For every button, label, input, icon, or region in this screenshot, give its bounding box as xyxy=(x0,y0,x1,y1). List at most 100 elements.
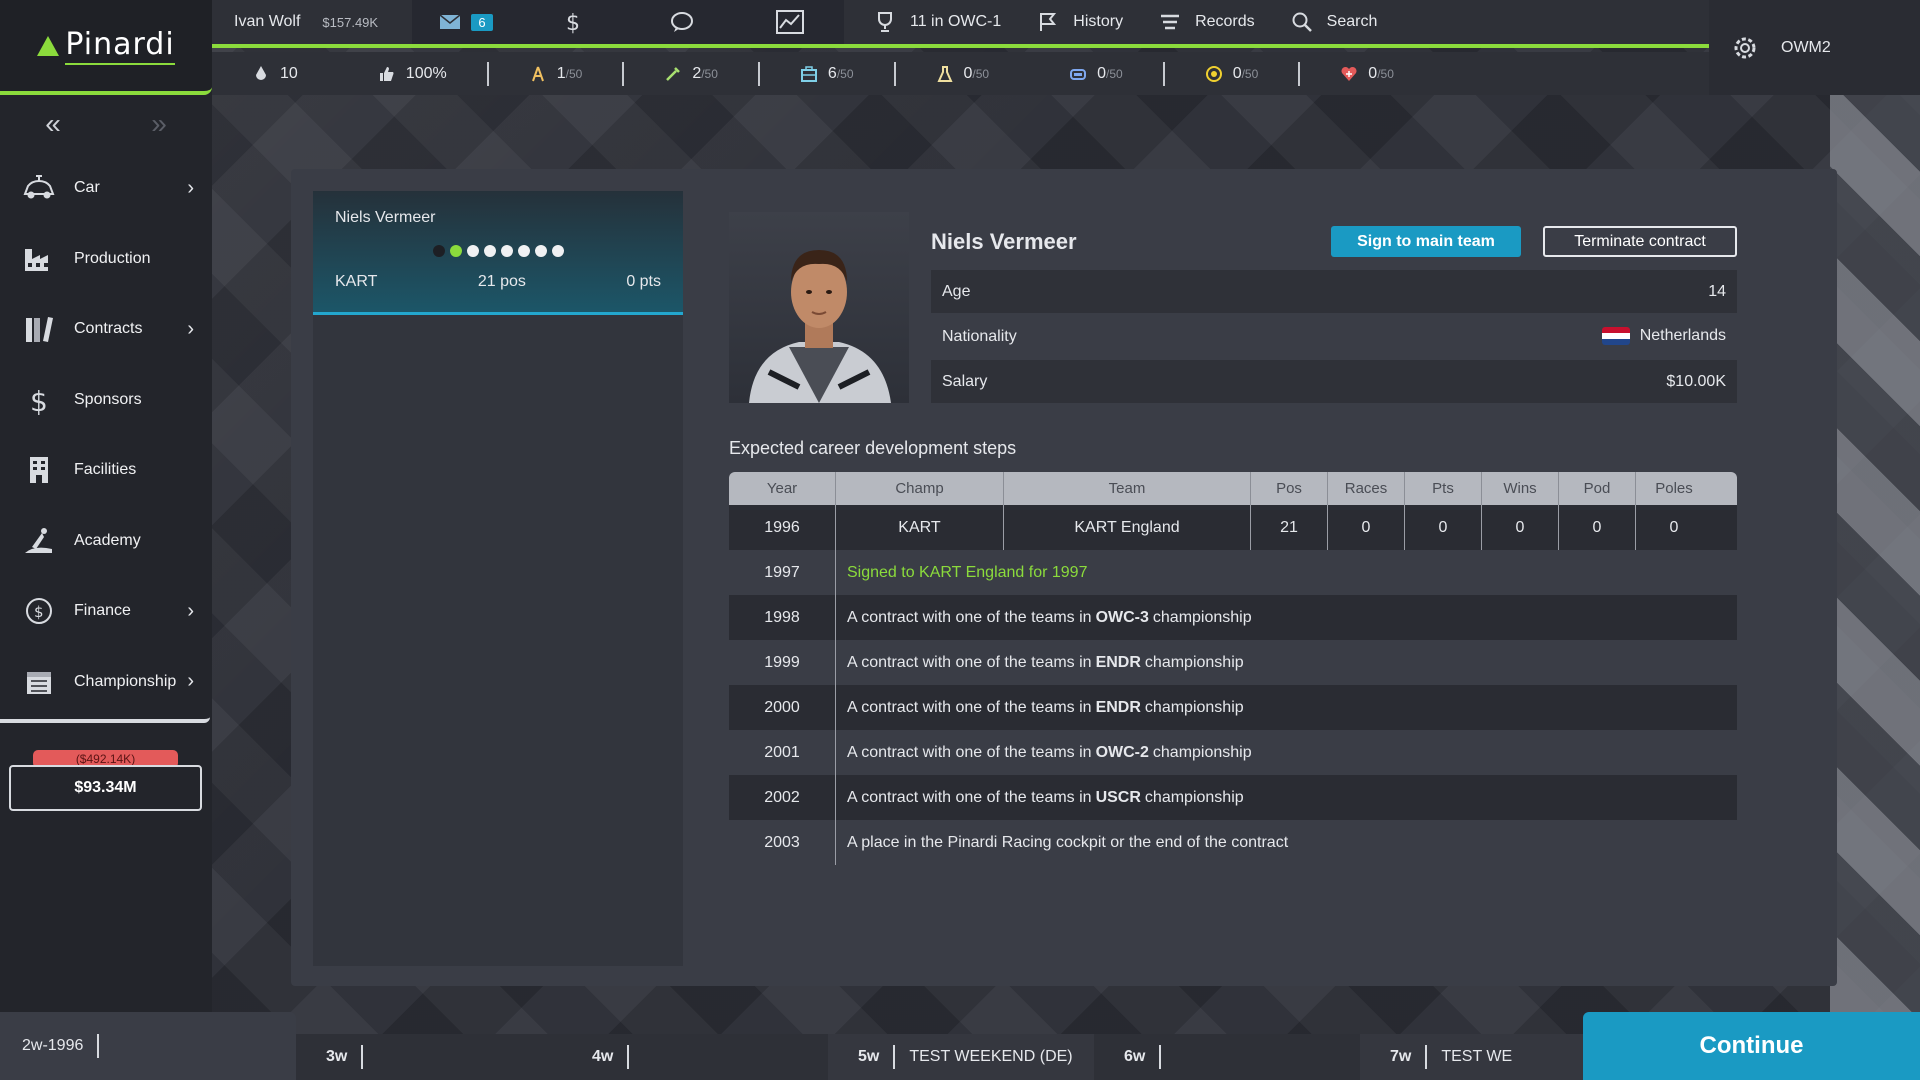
top-icon-group: 6 $ xyxy=(412,0,844,44)
chevron-right-icon: › xyxy=(187,670,194,693)
driver-rating-dots xyxy=(335,245,661,257)
cell-description: A contract with one of the teams in ENDR c… xyxy=(835,685,1737,730)
cell-pos: 21 xyxy=(1250,505,1327,550)
mail-button[interactable]: 6 xyxy=(412,13,520,31)
week-slot[interactable]: 5w TEST WEEKEND (DE) xyxy=(828,1034,1094,1080)
rating-dot xyxy=(483,245,496,257)
finance-shortcut-button[interactable]: $ xyxy=(520,10,628,34)
rating-dot xyxy=(517,245,530,257)
sidebar-item-label: Sponsors xyxy=(74,390,142,408)
cell-champ: KART xyxy=(835,505,1003,550)
header-pts: Pts xyxy=(1404,472,1481,505)
step-championship: OWC-3 xyxy=(1095,608,1149,626)
continue-button[interactable]: Continue xyxy=(1583,1012,1920,1080)
nationality-value: Netherlands xyxy=(1639,327,1726,345)
championship-link[interactable]: 11 in OWC-1 xyxy=(874,11,1001,33)
sidebar-item-contracts[interactable]: Contracts › xyxy=(0,294,212,365)
sidebar-item-championship[interactable]: Championship › xyxy=(0,647,212,718)
week-number: 5w xyxy=(858,1048,880,1065)
driver-card-selected[interactable]: Niels Vermeer KART 21 pos 0 pts xyxy=(313,191,683,315)
header-champ: Champ xyxy=(835,472,1003,505)
stat-7-max: /50 xyxy=(1377,66,1394,81)
thumbs-up-icon xyxy=(379,66,394,81)
stats-button[interactable] xyxy=(736,10,844,34)
step-text: A contract with one of the teams in xyxy=(847,743,1092,761)
salary-label: Salary xyxy=(942,372,988,390)
week-marker xyxy=(893,1045,896,1069)
header-races: Races xyxy=(1327,472,1404,505)
week-number: 4w xyxy=(592,1048,614,1065)
stat-points-value: 10 xyxy=(280,64,298,82)
sidebar-item-car[interactable]: Car › xyxy=(0,153,212,224)
week-slot[interactable]: 6w xyxy=(1094,1034,1360,1080)
cell-pod: 0 xyxy=(1558,505,1635,550)
step-text-suffix: championship xyxy=(1144,698,1244,716)
search-label: Search xyxy=(1326,13,1378,30)
driver-card-name: Niels Vermeer xyxy=(335,209,436,226)
history-link[interactable]: History xyxy=(1037,11,1123,33)
sign-to-main-team-button[interactable]: Sign to main team xyxy=(1331,226,1521,257)
terminate-contract-button[interactable]: Terminate contract xyxy=(1543,226,1737,257)
svg-text:$: $ xyxy=(30,385,48,416)
driver-list: Niels Vermeer KART 21 pos 0 pts xyxy=(313,191,683,966)
flag-icon xyxy=(1040,13,1057,31)
header-pod: Pod xyxy=(1558,472,1635,505)
driver-card-series: KART xyxy=(335,273,378,290)
cell-description: A contract with one of the teams in ENDR c… xyxy=(835,640,1737,685)
driver-card-pts: 0 pts xyxy=(626,273,661,290)
driver-portrait xyxy=(729,212,909,403)
search-link[interactable]: Search xyxy=(1291,11,1378,33)
sidebar-item-production[interactable]: Production xyxy=(0,224,212,295)
cell-wins: 0 xyxy=(1481,505,1558,550)
stat-points: 10 xyxy=(212,62,338,86)
cell-year: 2003 xyxy=(764,833,800,851)
sidebar-item-sponsors[interactable]: $ Sponsors xyxy=(0,365,212,436)
user-info[interactable]: Ivan Wolf $157.49K xyxy=(212,13,412,31)
stat-3-max: /50 xyxy=(836,66,854,81)
driver-card-stats: KART 21 pos 0 pts xyxy=(335,273,661,291)
week-slot[interactable]: 3w xyxy=(296,1034,562,1080)
header-poles: Poles xyxy=(1635,472,1712,505)
sidebar-item-finance[interactable]: $ Finance › xyxy=(0,576,212,647)
collapse-right-button[interactable]: » xyxy=(151,108,167,140)
step-championship: USCR xyxy=(1095,788,1141,806)
mail-count-badge: 6 xyxy=(471,13,493,31)
stat-drivers: 0/50 xyxy=(1029,61,1165,86)
chevron-right-icon: › xyxy=(187,176,194,199)
week-slot[interactable]: 4w xyxy=(562,1034,828,1080)
rating-dot xyxy=(466,245,479,257)
header-wins: Wins xyxy=(1481,472,1558,505)
records-link[interactable]: Records xyxy=(1159,11,1255,33)
top-bar: Ivan Wolf $157.49K 6 $ 11 in OWC-1 Histo… xyxy=(212,0,1709,48)
step-championship: ENDR xyxy=(1095,653,1141,671)
sidebar: Pinardi « » Car › Production Contracts › $ Spo… xyxy=(0,0,212,1080)
logo[interactable]: Pinardi xyxy=(0,0,212,95)
sidebar-collapse-row: « » xyxy=(0,95,212,153)
stat-scouts: 0/50 xyxy=(1165,61,1301,86)
stat-7-value: 0 xyxy=(1368,64,1378,82)
funds-display[interactable]: $93.34M xyxy=(9,765,202,811)
stat-6-max: /50 xyxy=(1241,66,1259,81)
sidebar-item-facilities[interactable]: Facilities xyxy=(0,435,212,506)
sidebar-item-label: Production xyxy=(74,249,151,267)
sidebar-divider xyxy=(0,717,210,723)
save-slot-label: OWM2 xyxy=(1781,38,1831,56)
helmet-icon xyxy=(1070,68,1087,80)
sidebar-item-academy[interactable]: Academy xyxy=(0,506,212,577)
mail-icon xyxy=(439,14,461,29)
info-row-age: Age 14 xyxy=(931,270,1737,313)
settings-area[interactable]: OWM2 xyxy=(1709,0,1920,95)
driver-avatar-icon xyxy=(749,250,891,403)
table-row: 2003 A place in the Pinardi Racing cockpi… xyxy=(729,820,1737,865)
chat-button[interactable] xyxy=(628,11,736,33)
chevron-right-icon: › xyxy=(187,599,194,622)
stat-5-max: /50 xyxy=(1106,66,1123,81)
chevron-right-icon: › xyxy=(187,317,194,340)
stat-2-value: 2 xyxy=(692,64,702,82)
wrench-icon xyxy=(666,66,681,81)
cell-description: A contract with one of the teams in OWC-3… xyxy=(835,595,1737,640)
stat-approval: 100% xyxy=(338,61,489,86)
stat-1-value: 1 xyxy=(556,64,566,82)
collapse-left-button[interactable]: « xyxy=(45,108,61,140)
sidebar-nav: Car › Production Contracts › $ Sponsors Facilit… xyxy=(0,153,212,717)
